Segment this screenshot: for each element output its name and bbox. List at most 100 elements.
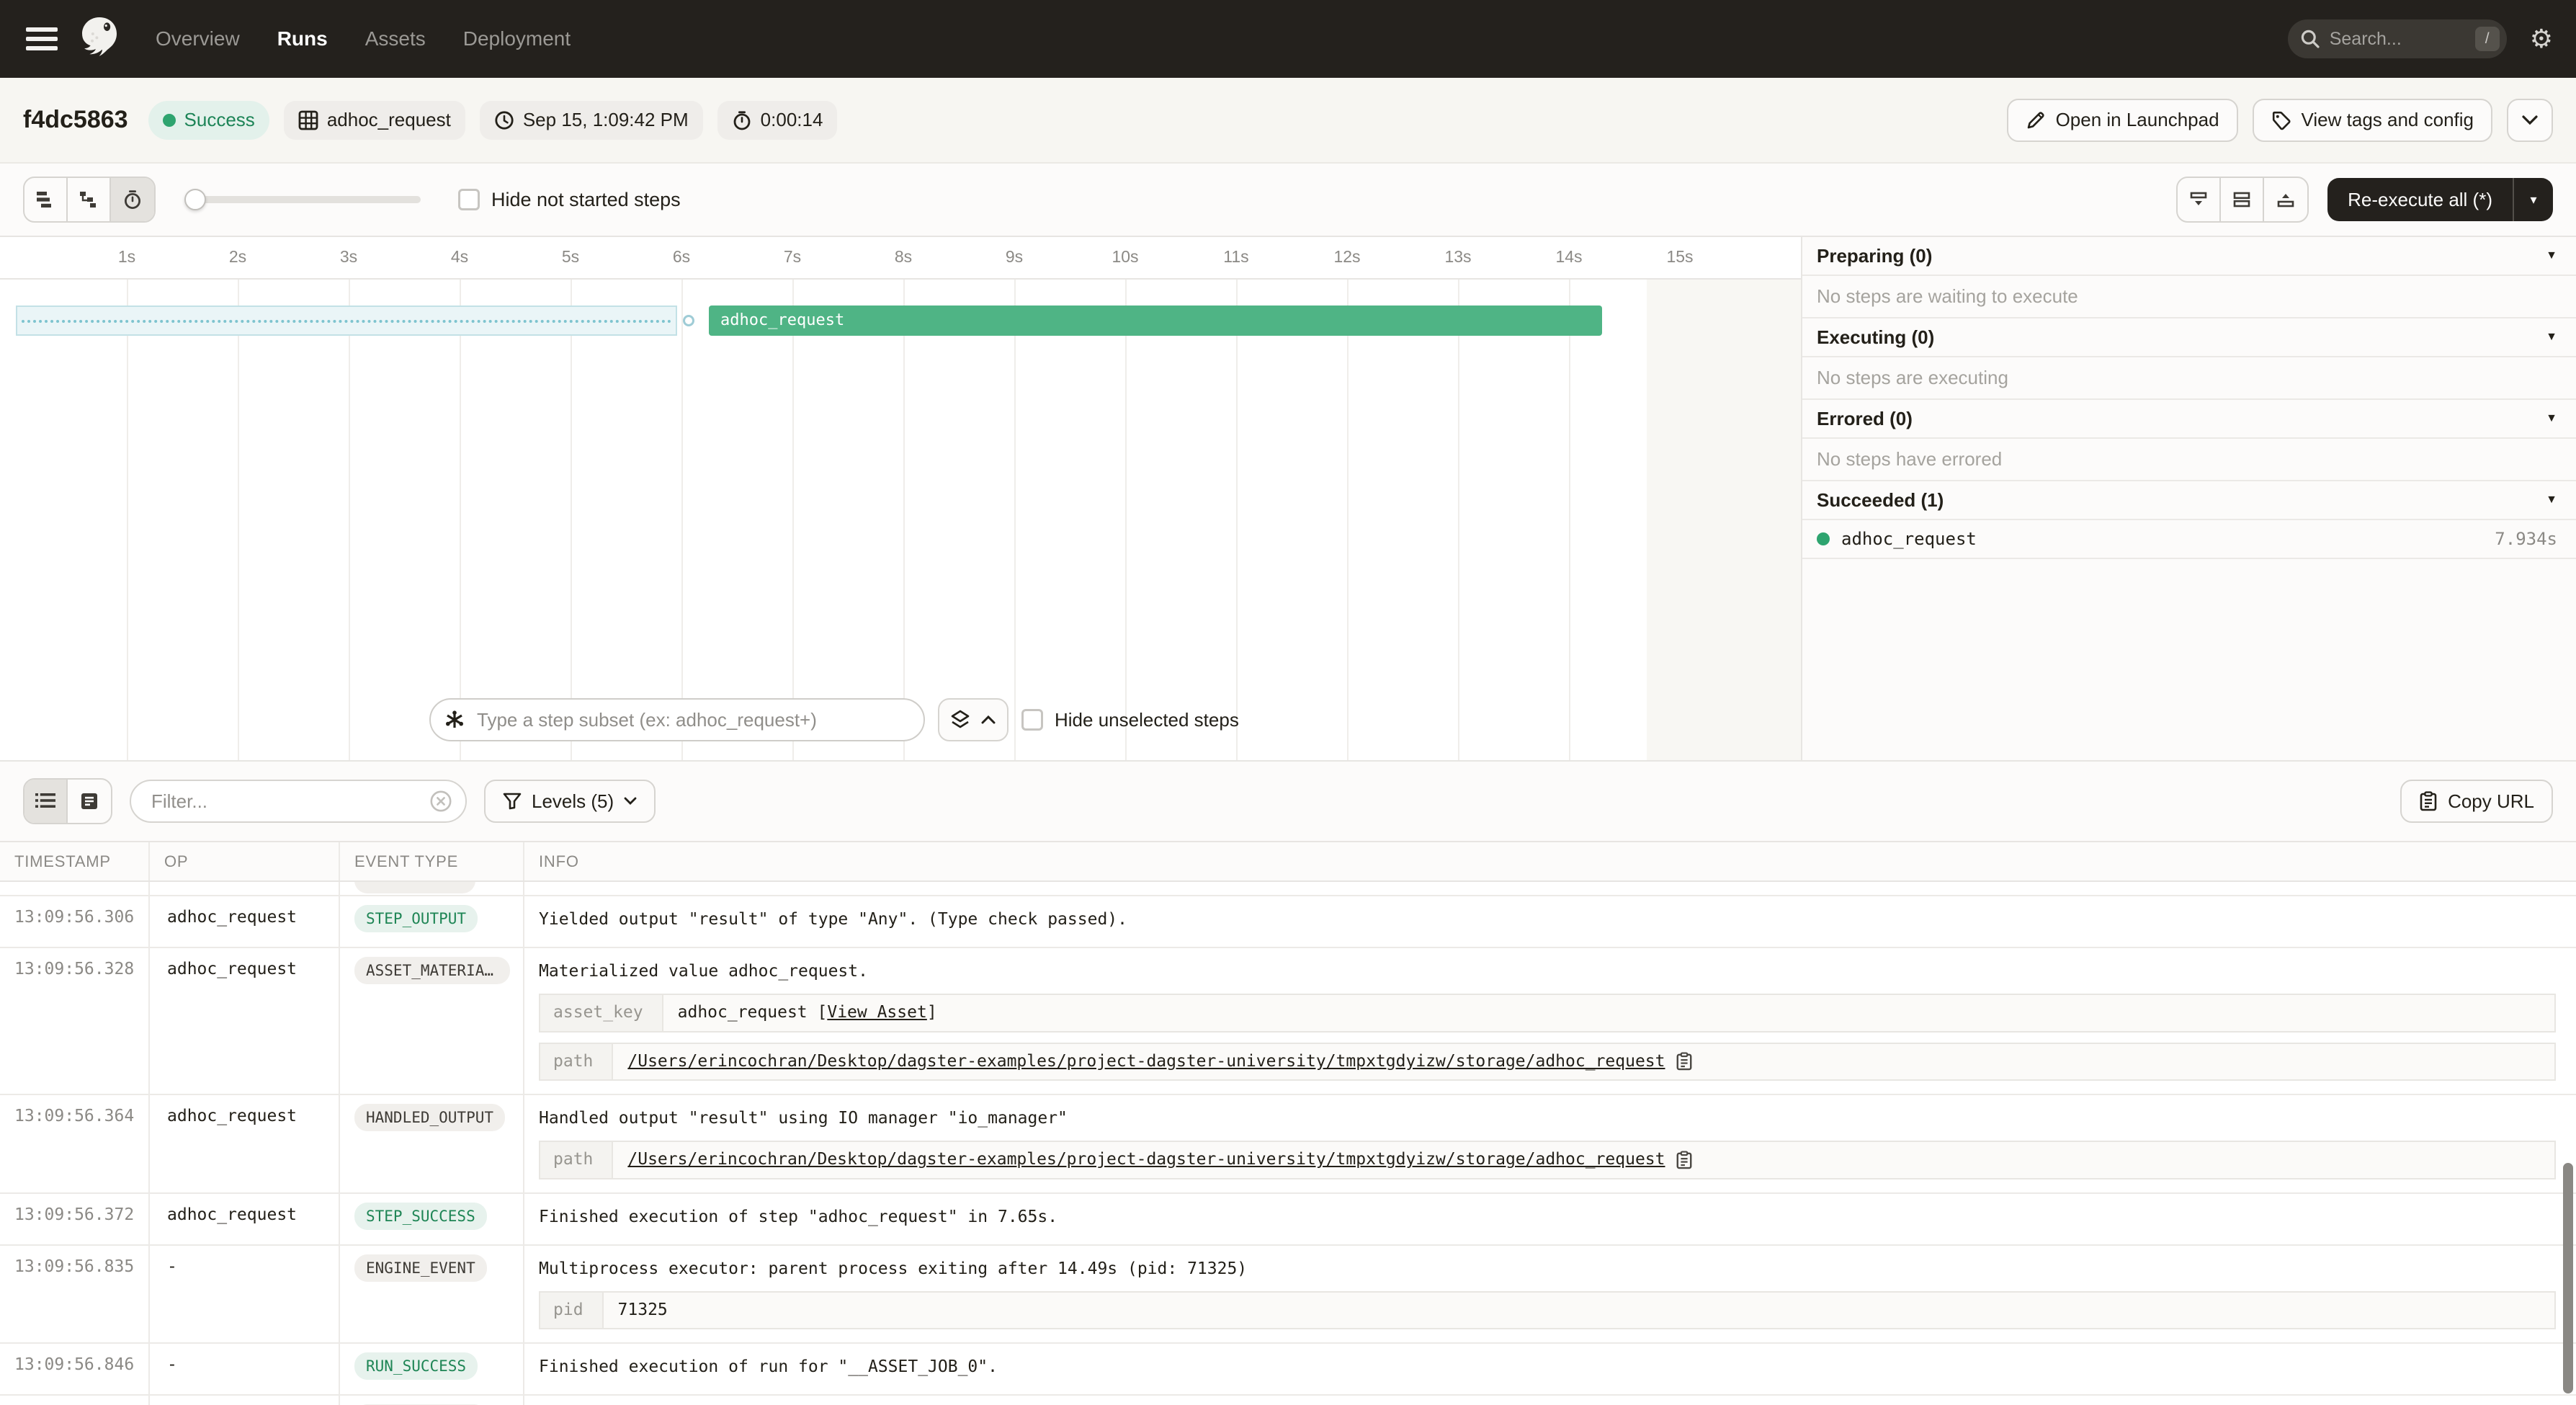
nav-link-runs[interactable]: Runs xyxy=(277,27,328,50)
op-cell: adhoc_request xyxy=(150,1194,340,1244)
gridline xyxy=(1458,280,1459,760)
step-status-panel: Preparing (0)▼No steps are waiting to ex… xyxy=(1801,237,2576,760)
gridline xyxy=(349,280,350,760)
info-cell: Finished execution of run for "__ASSET_J… xyxy=(524,1344,2576,1394)
run-id: f4dc5863 xyxy=(23,106,128,134)
section-collapse-icon[interactable]: ▼ xyxy=(2546,331,2557,344)
reexecute-dropdown-button[interactable]: ▾ xyxy=(2513,178,2553,221)
log-row[interactable]: 13:09:56.846-RUN_SUCCESSFinished executi… xyxy=(0,1344,2576,1396)
copy-path-icon[interactable] xyxy=(1676,1151,1693,1169)
levels-filter-button[interactable]: Levels (5) xyxy=(484,780,656,823)
step-name: adhoc_request xyxy=(1841,529,1977,549)
view-asset-link[interactable]: View Asset xyxy=(827,1001,926,1025)
table-log-view-button[interactable] xyxy=(24,780,68,823)
start-time-chip: Sep 15, 1:09:42 PM xyxy=(480,101,703,140)
gantt-chart: 1s2s3s4s5s6s7s8s9s10s11s12s13s14s15s adh… xyxy=(0,237,1801,760)
nav-link-deployment[interactable]: Deployment xyxy=(463,27,571,50)
job-grid-icon xyxy=(298,110,318,130)
expand-panel-up-button[interactable] xyxy=(2264,178,2307,221)
info-text: Finished execution of run for "__ASSET_J… xyxy=(539,1355,2556,1379)
log-row[interactable]: 13:09:56.364adhoc_requestHANDLED_OUTPUTH… xyxy=(0,1095,2576,1194)
split-panel-button[interactable] xyxy=(2221,178,2264,221)
timed-view-button[interactable] xyxy=(111,178,154,221)
axis-tick: 12s xyxy=(1333,247,1360,267)
kv-key: path xyxy=(540,1044,613,1079)
log-row[interactable]: 13:09:56.835-ENGINE_EVENTMultiprocess ex… xyxy=(0,1246,2576,1344)
axis-tick: 5s xyxy=(562,247,579,267)
step-subset-input-wrap xyxy=(429,698,925,741)
hide-unselected-toggle[interactable]: Hide unselected steps xyxy=(1021,709,1239,731)
log-row[interactable]: 13:09:56.328adhoc_requestASSET_MATERIALI… xyxy=(0,948,2576,1095)
hide-not-started-toggle[interactable]: Hide not started steps xyxy=(458,189,681,211)
view-tags-config-button[interactable]: View tags and config xyxy=(2253,99,2492,142)
log-row[interactable]: 13:09:56.873-ENGINE_EVENTProcess for run… xyxy=(0,1396,2576,1405)
graph-query-toggle-button[interactable] xyxy=(938,698,1009,741)
clear-filter-icon[interactable] xyxy=(429,790,452,813)
copy-path-icon[interactable] xyxy=(1676,1052,1693,1071)
log-row[interactable]: 13:09:56.372adhoc_requestSTEP_SUCCESSFin… xyxy=(0,1194,2576,1246)
open-in-launchpad-button[interactable]: Open in Launchpad xyxy=(2007,99,2238,142)
raw-log-view-button[interactable] xyxy=(68,780,111,823)
dagster-logo-icon[interactable] xyxy=(75,14,124,63)
event-type-cell: RUN_SUCCESS xyxy=(340,1344,524,1394)
gantt-step-bar[interactable]: adhoc_request xyxy=(709,305,1602,336)
panel-section-header[interactable]: Preparing (0)▼ xyxy=(1802,237,2576,276)
panel-section-header[interactable]: Succeeded (1)▼ xyxy=(1802,481,2576,520)
job-chip[interactable]: adhoc_request xyxy=(284,101,465,140)
log-view-mode-group xyxy=(23,778,112,824)
chevron-down-icon xyxy=(624,797,637,806)
panel-section-header[interactable]: Errored (0)▼ xyxy=(1802,400,2576,439)
gridline xyxy=(127,280,128,760)
waterfall-view-button[interactable] xyxy=(68,178,111,221)
collapse-panel-down-button[interactable] xyxy=(2178,178,2221,221)
after-run-end-shade xyxy=(1647,280,1801,760)
settings-gear-icon[interactable]: ⚙ xyxy=(2530,26,2553,52)
op-cell: adhoc_request xyxy=(150,948,340,1094)
op-cell: adhoc_request xyxy=(150,896,340,947)
panel-layout-group xyxy=(2176,177,2309,223)
section-collapse-icon[interactable]: ▼ xyxy=(2546,494,2557,507)
hide-unselected-checkbox[interactable] xyxy=(1021,709,1043,731)
copy-url-button[interactable]: Copy URL xyxy=(2400,780,2553,823)
log-filter-input-wrap xyxy=(130,780,467,823)
axis-tick: 13s xyxy=(1444,247,1471,267)
nav-link-assets[interactable]: Assets xyxy=(365,27,426,50)
slider-thumb[interactable] xyxy=(184,189,206,210)
op-cell: - xyxy=(150,1396,340,1405)
status-dot-icon xyxy=(163,114,176,127)
info-cell: Handled output "result" using IO manager… xyxy=(524,1095,2576,1192)
info-cell: Materialized value adhoc_request.asset_k… xyxy=(524,948,2576,1094)
panel-section-header[interactable]: Executing (0)▼ xyxy=(1802,318,2576,357)
event-type-badge: STEP_OUTPUT xyxy=(354,905,478,932)
log-row[interactable]: 13:09:56.306adhoc_requestSTEP_OUTPUTYiel… xyxy=(0,896,2576,948)
section-collapse-icon[interactable]: ▼ xyxy=(2546,412,2557,425)
gantt-zoom-slider[interactable] xyxy=(187,189,421,210)
reexecute-all-button[interactable]: Re-execute all (*) xyxy=(2327,178,2513,221)
succeeded-step-row[interactable]: adhoc_request7.934s xyxy=(1802,520,2576,559)
hide-not-started-checkbox[interactable] xyxy=(458,189,480,210)
path-link[interactable]: /Users/erincochran/Desktop/dagster-examp… xyxy=(627,1148,1665,1172)
timestamp-cell: 13:09:56.364 xyxy=(0,1095,150,1192)
run-actions-dropdown-button[interactable] xyxy=(2507,99,2553,142)
info-text: Finished execution of step "adhoc_reques… xyxy=(539,1205,2556,1229)
panel-empty-message: No steps are executing xyxy=(1802,357,2576,400)
log-scrollbar-thumb[interactable] xyxy=(2563,1163,2573,1393)
event-type-cell: STEP_OUTPUT xyxy=(340,896,524,947)
info-text: Materialized value adhoc_request. xyxy=(539,960,2556,984)
nav-link-overview[interactable]: Overview xyxy=(156,27,240,50)
gantt-section: 1s2s3s4s5s6s7s8s9s10s11s12s13s14s15s adh… xyxy=(0,237,2576,762)
gridline xyxy=(1014,280,1016,760)
list-view-icon xyxy=(35,793,55,810)
section-collapse-icon[interactable]: ▼ xyxy=(2546,249,2557,262)
menu-icon[interactable] xyxy=(26,27,58,50)
step-subset-input[interactable] xyxy=(474,708,909,733)
event-type-cell: ENGINE_EVENT xyxy=(340,1246,524,1343)
path-link[interactable]: /Users/erincochran/Desktop/dagster-examp… xyxy=(627,1050,1665,1074)
global-search-input[interactable]: Search... / xyxy=(2288,19,2507,58)
step-start-marker xyxy=(683,315,694,326)
log-filter-input[interactable] xyxy=(148,789,429,814)
kv-value: adhoc_request [View Asset] xyxy=(663,995,2554,1030)
flat-view-button[interactable] xyxy=(24,178,68,221)
timestamp-cell: 13:09:56.873 xyxy=(0,1396,150,1405)
gridline xyxy=(460,280,461,760)
